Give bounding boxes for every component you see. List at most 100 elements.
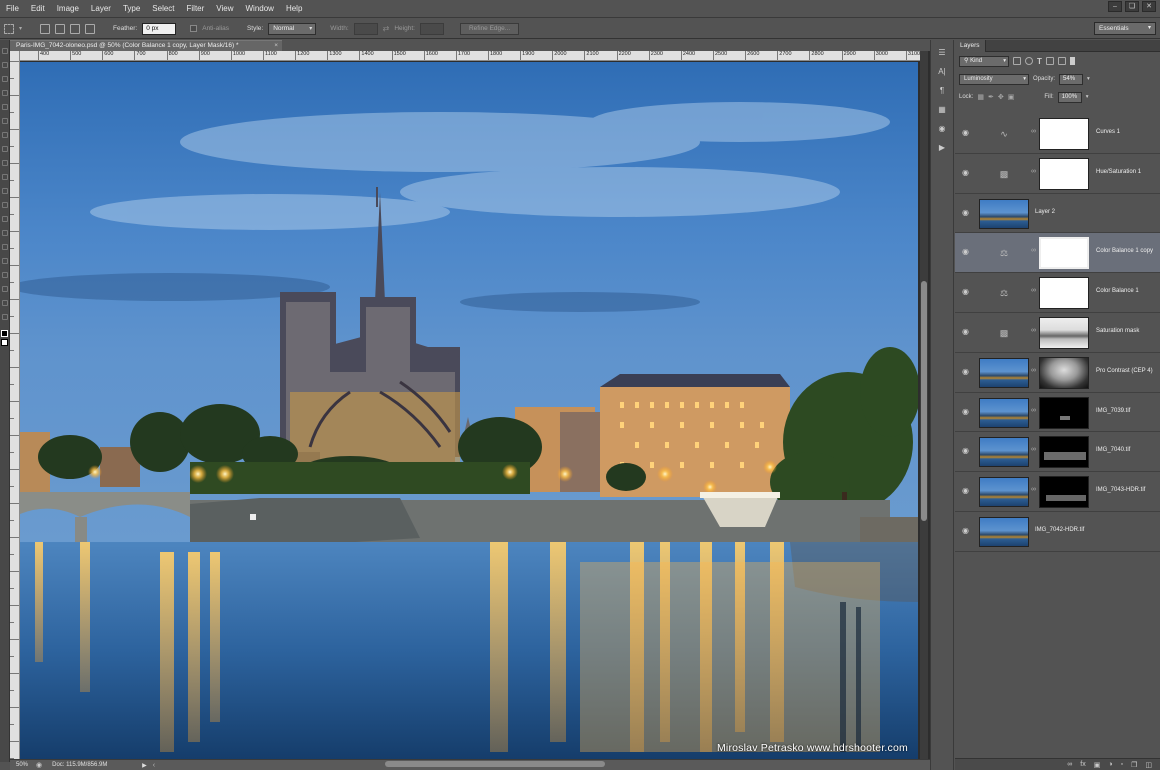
hand-tool-icon[interactable] <box>1 300 8 306</box>
mask-link-icon[interactable]: ∞ <box>1031 128 1036 135</box>
layer-row[interactable]: ◉ ∞ IMG_7040.tif <box>955 432 1160 473</box>
visibility-eye-icon[interactable]: ◉ <box>960 247 971 257</box>
workspace-switcher[interactable]: Essentials <box>1094 22 1156 35</box>
blur-tool-icon[interactable] <box>1 216 8 222</box>
layer-mask-thumbnail[interactable] <box>1039 237 1089 270</box>
layer-row[interactable]: ◉ ∞ Pro Contrast (CEP 4) <box>955 352 1160 393</box>
layer-mask-thumbnail[interactable] <box>1039 396 1089 429</box>
lasso-tool-icon[interactable] <box>1 76 8 82</box>
layer-mask-thumbnail[interactable] <box>1039 277 1089 310</box>
layer-mask-thumbnail[interactable] <box>1039 356 1089 389</box>
zoom-level[interactable]: 50% <box>10 762 36 768</box>
path-select-tool-icon[interactable] <box>1 272 8 278</box>
actions-panel-icon[interactable]: ▶ <box>935 142 949 154</box>
close-tab-icon[interactable]: × <box>274 41 278 51</box>
refine-edge-button[interactable]: Refine Edge... <box>459 22 520 35</box>
menu-select[interactable]: Select <box>146 0 180 18</box>
menu-view[interactable]: View <box>210 0 239 18</box>
menu-file[interactable]: File <box>0 0 25 18</box>
layer-thumbnail[interactable] <box>979 357 1029 388</box>
layer-row[interactable]: ◉ ∞ IMG_7039.tif <box>955 392 1160 433</box>
pen-tool-icon[interactable] <box>1 244 8 250</box>
layer-row[interactable]: ◉ ▩ ∞ Hue/Saturation 1 <box>955 153 1160 194</box>
layer-mask-thumbnail[interactable] <box>1039 316 1089 349</box>
visibility-eye-icon[interactable]: ◉ <box>960 407 971 417</box>
marquee-tool-icon[interactable] <box>4 23 14 34</box>
filter-toggle-icon[interactable] <box>1069 57 1075 65</box>
crop-tool-icon[interactable] <box>1 104 8 110</box>
horizontal-scroll-thumb[interactable] <box>385 761 605 767</box>
kind-filter-select[interactable]: ⚲ Kind <box>959 55 1009 67</box>
opacity-slider-arrow-icon[interactable]: ▾ <box>1087 76 1090 82</box>
horizontal-ruler[interactable]: 400 500 600 700 800 900 1000 1100 1200 1300 1400 15… <box>20 51 920 61</box>
swap-icon[interactable]: ⇄ <box>383 24 390 33</box>
zoom-tool-icon[interactable] <box>1 314 8 320</box>
lock-image-icon[interactable]: ✒ <box>988 93 994 101</box>
fill-slider-arrow-icon[interactable]: ▾ <box>1086 94 1089 100</box>
adjustment-filter-icon[interactable] <box>1025 57 1033 65</box>
menu-type[interactable]: Type <box>117 0 146 18</box>
clone-stamp-tool-icon[interactable] <box>1 160 8 166</box>
tab-layers[interactable]: Layers <box>955 40 986 52</box>
new-group-icon[interactable]: ▫ <box>1121 761 1123 768</box>
menu-window[interactable]: Window <box>240 0 280 18</box>
delete-layer-icon[interactable]: ◫ <box>1145 761 1152 769</box>
shape-tool-icon[interactable] <box>1 286 8 292</box>
character-panel-icon[interactable]: A| <box>935 66 949 78</box>
menu-layer[interactable]: Layer <box>85 0 117 18</box>
visibility-eye-icon[interactable]: ◉ <box>960 327 971 337</box>
opacity-input[interactable]: 54% <box>1059 73 1084 85</box>
add-selection-icon[interactable] <box>55 23 66 34</box>
clone-source-panel-icon[interactable]: ◉ <box>935 123 949 135</box>
mask-link-icon[interactable]: ∞ <box>1031 446 1036 453</box>
move-tool-icon[interactable] <box>1 48 8 54</box>
mask-link-icon[interactable]: ∞ <box>1031 247 1036 254</box>
history-panel-icon[interactable]: ☰ <box>935 47 949 59</box>
mask-link-icon[interactable]: ∞ <box>1031 168 1036 175</box>
layer-row[interactable]: ◉ IMG_7042-HDR.tif <box>955 511 1160 552</box>
mask-link-icon[interactable]: ∞ <box>1031 287 1036 294</box>
visibility-eye-icon[interactable]: ◉ <box>960 526 971 536</box>
visibility-eye-icon[interactable]: ◉ <box>960 367 971 377</box>
vertical-scroll-thumb[interactable] <box>921 281 927 521</box>
layer-thumbnail[interactable] <box>979 477 1029 508</box>
tool-preset-chevron-icon[interactable]: ▾ <box>19 25 22 32</box>
layer-mask-thumbnail[interactable] <box>1039 118 1089 150</box>
paragraph-panel-icon[interactable]: ¶ <box>935 85 949 97</box>
brush-preset-panel-icon[interactable]: ▦ <box>935 104 949 116</box>
link-layers-icon[interactable]: ∞ <box>1067 761 1072 768</box>
layer-thumbnail[interactable] <box>979 437 1029 468</box>
eraser-tool-icon[interactable] <box>1 188 8 194</box>
feather-input[interactable]: 0 px <box>142 22 177 35</box>
foreground-color-swatch[interactable] <box>1 330 8 337</box>
layer-mask-thumbnail[interactable] <box>1039 476 1089 509</box>
history-brush-tool-icon[interactable] <box>1 174 8 180</box>
layer-row-selected[interactable]: ◉ ⚖ ∞ Color Balance 1 copy <box>955 233 1160 274</box>
close-icon[interactable]: ✕ <box>1142 1 1156 12</box>
subtract-selection-icon[interactable] <box>70 23 81 34</box>
new-selection-icon[interactable] <box>40 23 51 34</box>
layer-style-icon[interactable]: fx <box>1080 761 1085 768</box>
blend-mode-select[interactable]: Luminosity <box>959 73 1029 85</box>
new-adjustment-icon[interactable]: ◑ <box>1108 761 1112 768</box>
layer-mask-thumbnail[interactable] <box>1039 436 1089 469</box>
layer-thumbnail[interactable] <box>979 397 1029 428</box>
visibility-eye-icon[interactable]: ◉ <box>960 208 971 218</box>
layer-row[interactable]: ◉ ▩ ∞ Saturation mask <box>955 312 1160 353</box>
mask-link-icon[interactable]: ∞ <box>1031 486 1036 493</box>
eyedropper-tool-icon[interactable] <box>1 118 8 124</box>
mask-link-icon[interactable]: ∞ <box>1031 407 1036 414</box>
layer-mask-thumbnail[interactable] <box>1039 157 1089 190</box>
restore-icon[interactable]: ❏ <box>1125 1 1139 12</box>
mask-link-icon[interactable]: ∞ <box>1031 327 1036 334</box>
add-mask-icon[interactable]: ▣ <box>1094 761 1101 769</box>
height-input[interactable] <box>419 22 444 35</box>
mask-link-icon[interactable]: ∞ <box>1031 367 1036 374</box>
lock-all-icon[interactable]: ▣ <box>1008 93 1015 101</box>
vertical-ruler[interactable] <box>10 51 20 759</box>
minimize-icon[interactable]: – <box>1108 1 1122 12</box>
menu-edit[interactable]: Edit <box>25 0 51 18</box>
marquee-tool-icon[interactable] <box>1 62 8 68</box>
visibility-eye-icon[interactable]: ◉ <box>960 486 971 496</box>
shape-filter-icon[interactable] <box>1045 57 1054 65</box>
